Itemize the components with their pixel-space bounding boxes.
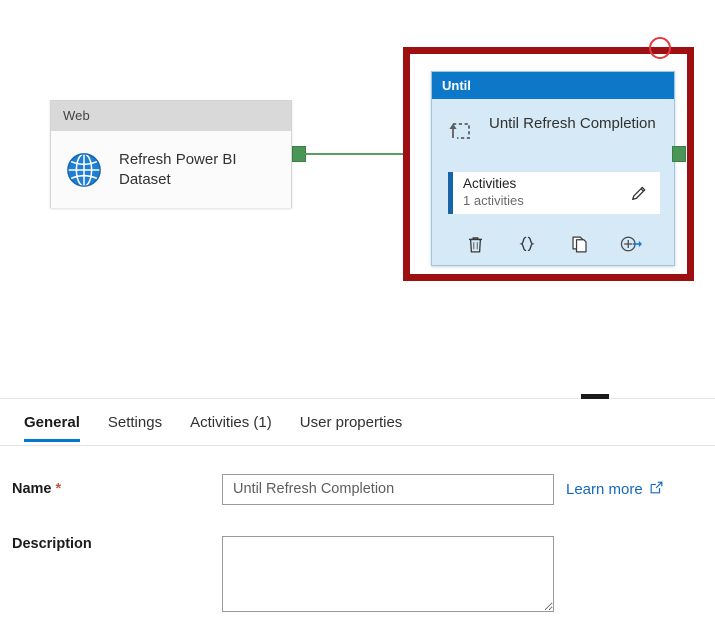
until-activities-card[interactable]: Activities 1 activities (448, 172, 660, 214)
connector-line (305, 153, 418, 155)
delete-activity-button[interactable] (460, 229, 490, 259)
globe-icon (65, 151, 103, 189)
web-node-output-handle[interactable] (292, 146, 306, 162)
tab-user-properties[interactable]: User properties (286, 410, 417, 442)
name-label-text: Name (12, 481, 52, 497)
edit-activities-button[interactable] (624, 178, 654, 208)
activity-node-web[interactable]: Web Refresh Power BI Dataset (50, 100, 292, 208)
clone-activity-button[interactable] (564, 229, 594, 259)
tab-general[interactable]: General (10, 410, 94, 442)
properties-tab-bar: General Settings Activities (1) User pro… (0, 410, 715, 446)
external-link-icon (649, 480, 664, 499)
panel-resize-grabber[interactable] (581, 394, 609, 399)
circle-annotation-icon (649, 37, 671, 59)
copy-icon (571, 236, 587, 252)
learn-more-label: Learn more (566, 480, 643, 498)
view-code-button[interactable] (512, 229, 542, 259)
pencil-icon (632, 186, 646, 200)
name-field-row: Name * Learn more (0, 472, 715, 506)
add-output-arrow-icon (620, 236, 642, 252)
until-node-action-bar (432, 224, 674, 264)
activities-text-group: Activities 1 activities (453, 176, 624, 209)
code-braces-icon (519, 236, 535, 252)
tab-bar-underline (0, 445, 715, 446)
until-node-type-label: Until (432, 72, 674, 99)
name-input[interactable] (222, 473, 554, 505)
until-node-body: Until Refresh Completion (432, 99, 674, 144)
loop-icon (446, 116, 474, 144)
name-label: Name * (0, 481, 222, 497)
pipeline-editor-screen: Web Refresh Power BI Dataset Until Until… (0, 0, 715, 640)
pipeline-canvas[interactable]: Web Refresh Power BI Dataset Until Until… (0, 0, 715, 392)
until-node-title: Until Refresh Completion (489, 115, 656, 132)
trash-icon (468, 236, 482, 253)
required-marker: * (55, 481, 62, 497)
learn-more-link[interactable]: Learn more (566, 480, 664, 499)
activity-node-until[interactable]: Until Until Refresh Completion Activitie… (431, 71, 675, 266)
activities-label: Activities (463, 176, 517, 192)
web-node-type-label: Web (51, 101, 291, 131)
description-input[interactable] (222, 536, 554, 612)
web-node-title: Refresh Power BI Dataset (119, 151, 237, 188)
activities-count: 1 activities (463, 193, 524, 209)
add-output-button[interactable] (616, 229, 646, 259)
until-node-output-handle[interactable] (672, 146, 686, 162)
description-label: Description (12, 536, 92, 552)
tab-activities[interactable]: Activities (1) (176, 410, 286, 442)
description-field-row: Description (0, 536, 715, 612)
web-node-body: Refresh Power BI Dataset (51, 131, 291, 208)
tab-settings[interactable]: Settings (94, 410, 176, 442)
